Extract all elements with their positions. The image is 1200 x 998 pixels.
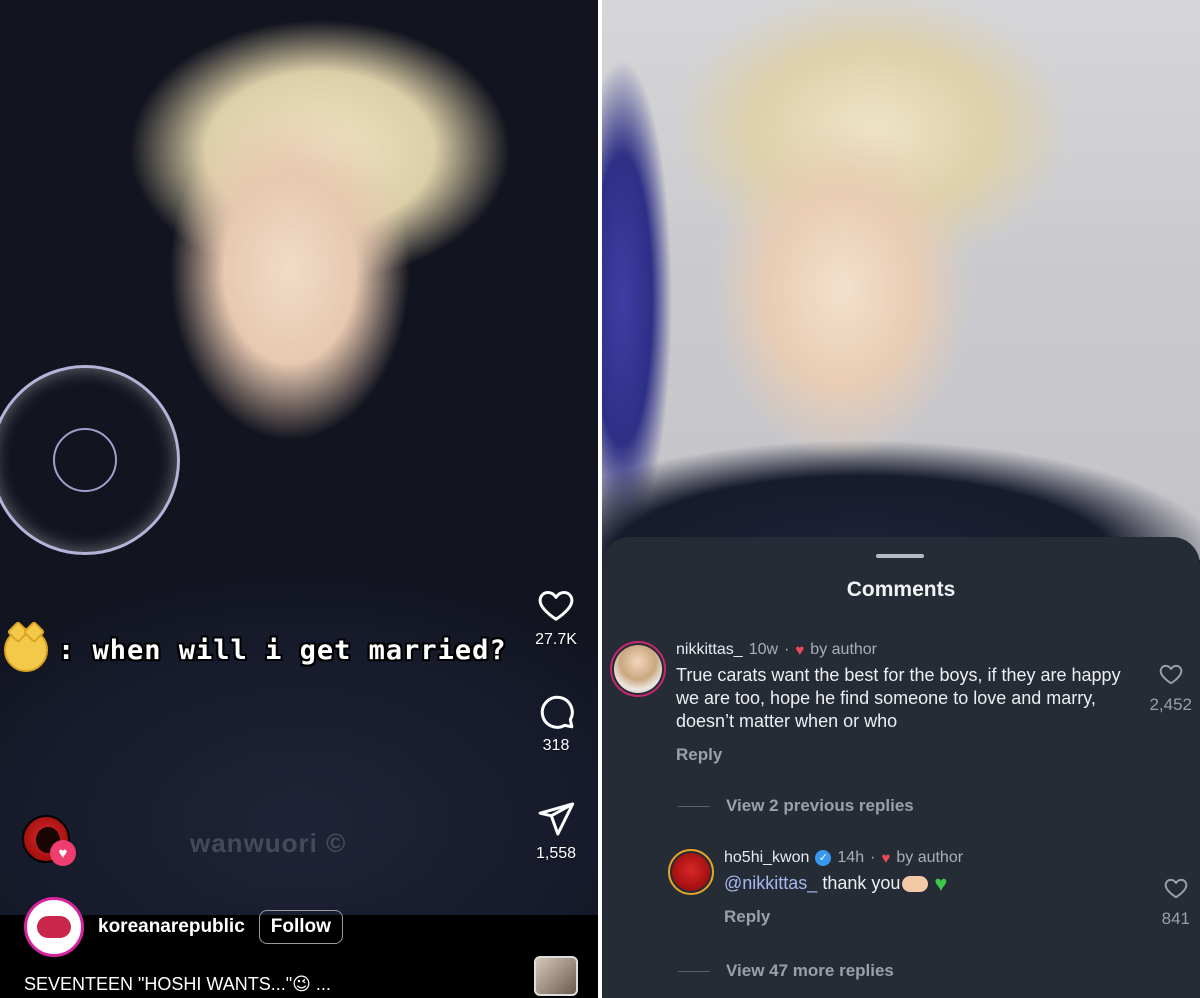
author-heart-icon: ♥	[795, 641, 805, 659]
reply-like-count: 841	[1161, 909, 1190, 928]
comment-username[interactable]: nikkittas_	[676, 641, 743, 659]
cloud-logo-icon	[37, 916, 71, 938]
like-count: 27.7K	[535, 631, 577, 648]
replies-line	[678, 805, 710, 807]
reply-button[interactable]: Reply	[724, 907, 963, 927]
caption-text: : when will i get married?	[58, 634, 507, 666]
reply-text: thank you	[822, 873, 901, 893]
reply-button[interactable]: Reply	[676, 745, 1136, 765]
reply-header: ho5hi_kwon ✓ 14h · ♥ by author	[724, 849, 963, 867]
video-frame-dimmed	[602, 0, 1200, 560]
reel-action-bar: 27.7K 318 1,558 ...	[526, 585, 586, 927]
follow-button[interactable]: Follow	[258, 910, 343, 944]
separator-dot: ·	[784, 641, 790, 658]
heart-badge-icon: ♥	[50, 840, 76, 866]
comment-count: 318	[542, 737, 570, 754]
video-watermark: wanwuori ©	[190, 828, 347, 858]
replier-avatar[interactable]	[668, 849, 714, 895]
share-count: 1,558	[535, 845, 577, 862]
view-previous-replies-label: View 2 previous replies	[726, 796, 914, 815]
view-previous-replies[interactable]: View 2 previous replies	[678, 796, 914, 816]
reel-description[interactable]: SEVENTEEN "HOSHI WANTS..."😉 ...	[24, 974, 331, 995]
separator-dot: ·	[870, 849, 876, 866]
comment-time: 10w	[748, 641, 779, 658]
paper-plane-icon	[538, 802, 575, 836]
reply-text-line: @nikkittas_ thank you ♥	[724, 872, 963, 895]
share-button[interactable]: 1,558	[536, 799, 576, 899]
comment-header: nikkittas_ 10w · ♥ by author	[676, 641, 1136, 659]
reply-username[interactable]: ho5hi_kwon	[724, 849, 809, 867]
video-caption: : when will i get married?	[4, 628, 507, 672]
comment-like-count: 2,452	[1149, 695, 1192, 714]
comments-sheet: Comments nikkittas_ 10w · ♥ by author Tr…	[602, 537, 1200, 998]
author-badge: by author	[896, 849, 964, 866]
view-more-replies[interactable]: View 47 more replies	[678, 961, 894, 981]
comment-text: True carats want the best for the boys, …	[676, 665, 1121, 731]
comment-button[interactable]: 318	[536, 691, 576, 791]
mention-link[interactable]: @nikkittas_	[724, 873, 817, 893]
owner-avatar[interactable]	[24, 897, 84, 957]
author-heart-icon: ♥	[881, 849, 891, 867]
heart-icon[interactable]	[1163, 875, 1189, 901]
reply-time: 14h	[837, 849, 865, 866]
sheet-title: Comments	[846, 578, 956, 601]
reel-panel: wanwuori © : when will i get married? 27…	[0, 0, 598, 998]
heart-icon[interactable]	[1158, 661, 1184, 687]
commenter-avatar[interactable]	[610, 641, 666, 697]
author-badge: by author	[810, 641, 878, 658]
green-heart-emoji-icon: ♥	[934, 871, 948, 897]
comment-bubble-icon	[540, 695, 574, 729]
replies-line	[678, 970, 710, 972]
audio-thumbnail[interactable]	[534, 956, 578, 996]
reel-owner-row: koreanarepublic Follow	[24, 897, 343, 957]
comment-item: nikkittas_ 10w · ♥ by author True carats…	[610, 641, 1192, 765]
tiger-emoji-icon	[4, 628, 48, 672]
sheet-grabber[interactable]	[876, 554, 924, 558]
like-button[interactable]: 27.7K	[535, 585, 577, 683]
reply-like: 841	[1162, 875, 1190, 929]
verified-badge-icon: ✓	[815, 850, 832, 866]
reply-item: ho5hi_kwon ✓ 14h · ♥ by author @nikkitta…	[668, 849, 1190, 929]
comments-view: Comments nikkittas_ 10w · ♥ by author Tr…	[602, 0, 1200, 998]
heart-icon	[538, 591, 574, 621]
heart-hands-emoji-icon	[902, 876, 929, 893]
comment-like: 2,452	[1149, 661, 1192, 715]
owner-username[interactable]: koreanarepublic	[98, 916, 245, 938]
view-more-replies-label: View 47 more replies	[726, 961, 894, 980]
